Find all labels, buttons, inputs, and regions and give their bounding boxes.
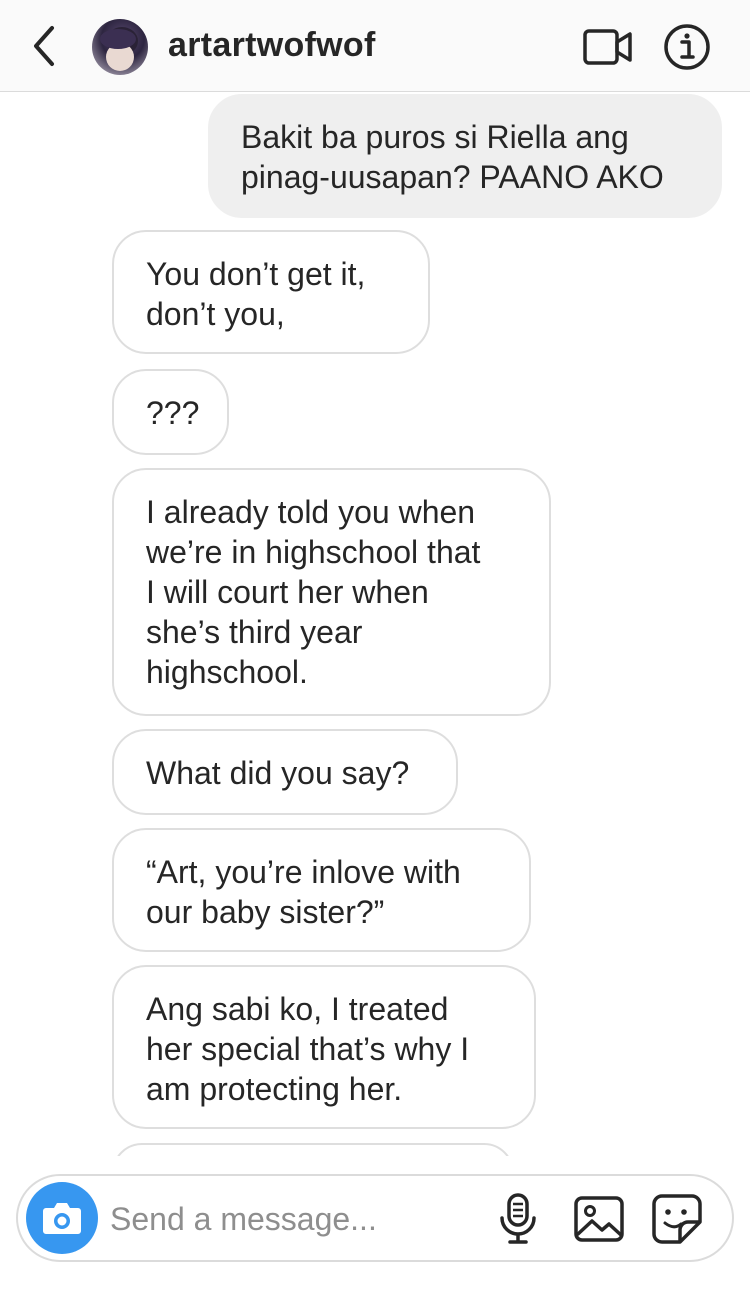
- received-message-bubble[interactable]: “Art, you’re inlove with our baby sister…: [112, 828, 531, 952]
- message-thread: Bakit ba puros si Riella ang pinag-uusap…: [0, 92, 750, 1156]
- back-button[interactable]: [24, 22, 64, 70]
- received-message-bubble[interactable]: You don’t get it, don’t you,: [112, 230, 430, 354]
- image-icon: [574, 1196, 624, 1242]
- received-message-bubble[interactable]: Ang sabi ko, I treated her special that’…: [112, 965, 536, 1129]
- chevron-left-icon: [34, 26, 54, 66]
- chat-username[interactable]: artartwofwof: [168, 26, 376, 65]
- received-message-bubble[interactable]: ???: [112, 369, 229, 455]
- avatar[interactable]: [92, 19, 148, 75]
- sent-message-bubble[interactable]: Bakit ba puros si Riella ang pinag-uusap…: [208, 94, 722, 218]
- camera-icon: [43, 1203, 81, 1234]
- received-message-bubble[interactable]: I already told you when we’re in highsch…: [112, 468, 551, 716]
- info-icon: [664, 24, 710, 70]
- video-camera-icon: [583, 29, 632, 65]
- microphone-icon: [500, 1193, 536, 1244]
- chat-header: artartwofwof: [0, 0, 750, 92]
- camera-button[interactable]: [26, 1182, 98, 1254]
- voice-message-button[interactable]: [496, 1192, 540, 1246]
- sticker-icon: [652, 1194, 702, 1244]
- received-message-bubble[interactable]: What did you say?: [112, 729, 458, 815]
- message-composer: [16, 1174, 734, 1262]
- gallery-button[interactable]: [572, 1194, 626, 1244]
- received-message-bubble-partial: [112, 1143, 514, 1156]
- message-input[interactable]: [108, 1188, 472, 1250]
- info-button[interactable]: [662, 22, 712, 72]
- video-call-button[interactable]: [582, 26, 634, 68]
- sticker-button[interactable]: [650, 1192, 704, 1246]
